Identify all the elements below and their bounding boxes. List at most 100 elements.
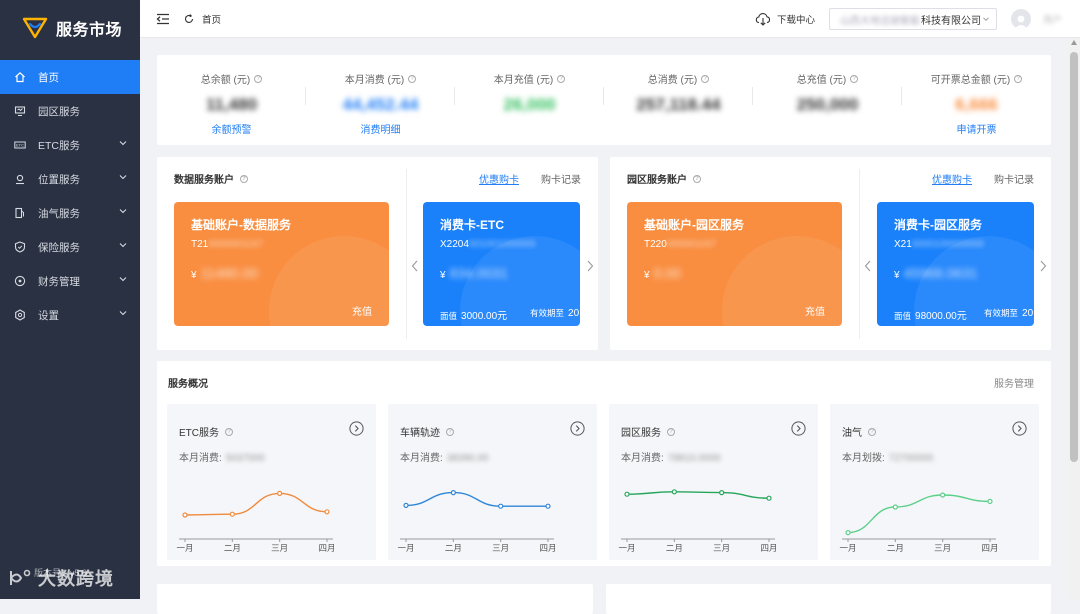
stat-value: 6,666: [955, 95, 998, 114]
recharge-button[interactable]: 充值: [805, 303, 825, 318]
sidebar-item-home[interactable]: 首页: [0, 60, 140, 94]
data-point[interactable]: [671, 489, 677, 495]
data-point[interactable]: [450, 489, 456, 496]
help-icon[interactable]: ?: [225, 427, 233, 436]
sidebar-item-finance[interactable]: 财务管理: [0, 264, 140, 298]
sidebar-menu: 首页 园区服务 ETC ETC服务 位置服务 油气服务 保险服务 财务管理 设置: [0, 60, 140, 332]
card-balance: ¥45968.0631: [894, 265, 978, 281]
help-icon[interactable]: ?: [408, 74, 417, 83]
service-overview-panel: 服务概况 服务管理 ETC服务? 本月消费: 5037000 一月 二月 三月 四月 车辆轨迹…: [157, 361, 1051, 566]
stat-label: 总消费 (元)?: [604, 71, 753, 86]
purchase-record-link[interactable]: 购卡记录: [541, 171, 581, 186]
stat-item: 本月消费 (元)? 44,452.44 消费明细: [306, 55, 455, 145]
user-icon: [1014, 15, 1028, 29]
scrollbar-thumb[interactable]: [1070, 52, 1078, 462]
help-icon[interactable]: ?: [701, 74, 710, 83]
service-line-chart: 一月 二月 三月 四月: [397, 489, 557, 553]
chevron-right-icon[interactable]: [586, 260, 594, 272]
sidebar-item-fuel[interactable]: 油气服务: [0, 196, 140, 230]
scroll-up-arrow[interactable]: [1071, 40, 1077, 45]
stat-label: 总充值 (元)?: [753, 71, 902, 86]
divider: [406, 169, 407, 339]
sidebar-item-settings[interactable]: 设置: [0, 298, 140, 332]
app-logo[interactable]: 服务市场: [0, 0, 140, 56]
chevron-left-icon[interactable]: [864, 260, 872, 272]
etc-icon: ETC: [14, 139, 26, 151]
avatar[interactable]: [1010, 9, 1031, 29]
discount-buy-link[interactable]: 优惠购卡: [479, 171, 519, 186]
help-icon[interactable]: ?: [240, 174, 248, 183]
service-card[interactable]: 车辆轨迹? 本月消费: 38390.00 一月 二月 三月 四月: [388, 404, 597, 560]
chevron-right-icon[interactable]: [1039, 260, 1047, 272]
recharge-button[interactable]: 充值: [352, 303, 372, 318]
consume-card-park[interactable]: 消费卡-园区服务 X210000100000000 ¥45968.0631 面值…: [877, 202, 1034, 326]
top-bar: 首页 下载中心 山西大地迅驰智能 科技有限公司 用户: [140, 0, 1080, 38]
data-point[interactable]: [987, 498, 993, 505]
x-tick-label: 一月: [839, 543, 856, 553]
data-point[interactable]: [545, 503, 551, 509]
sidebar-item-etc[interactable]: ETC ETC服务: [0, 128, 140, 162]
stat-link[interactable]: 申请开票: [902, 121, 1051, 136]
purchase-record-link[interactable]: 购卡记录: [994, 171, 1034, 186]
company-select[interactable]: 山西大地迅驰智能 科技有限公司: [828, 8, 997, 30]
data-point[interactable]: [845, 529, 851, 536]
data-point[interactable]: [182, 512, 188, 518]
arrow-right-circle-icon[interactable]: [1012, 421, 1027, 436]
data-point[interactable]: [892, 504, 898, 510]
service-card[interactable]: 油气? 本月划拨: 72700000 一月 二月 三月 四月: [830, 404, 1039, 560]
arrow-right-circle-icon[interactable]: [791, 421, 806, 436]
stat-value: 11,480: [205, 95, 258, 114]
chevron-left-icon[interactable]: [411, 260, 419, 272]
data-point[interactable]: [229, 511, 235, 517]
service-overview-title: 服务概况: [168, 379, 208, 390]
sidebar-item-location[interactable]: 位置服务: [0, 162, 140, 196]
download-center-button[interactable]: 下载中心: [755, 12, 815, 26]
data-point[interactable]: [940, 492, 946, 498]
sidebar-item-insurance[interactable]: 保险服务: [0, 230, 140, 264]
data-point[interactable]: [719, 489, 725, 496]
help-icon[interactable]: ?: [850, 74, 859, 83]
x-tick-label: 四月: [539, 543, 556, 553]
help-icon[interactable]: ?: [446, 427, 454, 436]
refresh-icon[interactable]: [184, 13, 194, 24]
breadcrumb[interactable]: 首页: [202, 12, 221, 26]
data-point[interactable]: [277, 490, 283, 497]
arrow-right-circle-icon[interactable]: [349, 421, 364, 436]
service-card[interactable]: ETC服务? 本月消费: 5037000 一月 二月 三月 四月: [167, 404, 376, 560]
stat-link[interactable]: 消费明细: [306, 121, 455, 136]
service-card[interactable]: 园区服务? 本月消费: 78810.0000 一月 二月 三月 四月: [609, 404, 818, 560]
help-icon[interactable]: ?: [693, 174, 701, 183]
service-line-chart: 一月 二月 三月 四月: [176, 490, 336, 553]
user-name[interactable]: 用户: [1043, 12, 1062, 26]
stat-link[interactable]: 余额预警: [157, 121, 306, 136]
data-point[interactable]: [766, 495, 772, 501]
base-account-card[interactable]: 基础账户-数据服务 T210000001167 ¥11480.00 充值: [174, 202, 389, 326]
arrow-right-circle-icon[interactable]: [570, 421, 585, 436]
data-point[interactable]: [403, 502, 409, 509]
service-manage-link[interactable]: 服务管理: [994, 375, 1034, 390]
help-icon[interactable]: ?: [1014, 74, 1023, 83]
series-line: [405, 491, 548, 507]
data-point[interactable]: [324, 509, 330, 515]
help-icon[interactable]: ?: [254, 74, 263, 83]
base-account-card[interactable]: 基础账户-园区服务 T220000001167 ¥0.00 充值: [627, 202, 842, 326]
data-point[interactable]: [498, 503, 504, 509]
sidebar: 服务市场 首页 园区服务 ETC ETC服务 位置服务 油气服务 保险服务 财务…: [0, 0, 140, 599]
help-icon[interactable]: ?: [667, 427, 675, 436]
sidebar-item-label: 油气服务: [38, 207, 80, 220]
scrollbar[interactable]: [1068, 38, 1080, 599]
sidebar-item-label: 园区服务: [38, 105, 80, 118]
consume-card-etc[interactable]: 消费卡-ETC X2204001001000000 ¥834.0031 面值 30…: [423, 202, 580, 326]
chevron-down-icon: [983, 17, 989, 22]
sidebar-item-label: 首页: [38, 71, 59, 84]
data-point[interactable]: [624, 491, 630, 497]
stat-label: 总余额 (元)?: [157, 71, 306, 86]
main-content: 总余额 (元)? 11,480 余额预警 本月消费 (元)? 44,452.44 消费明细…: [140, 38, 1068, 614]
discount-buy-link[interactable]: 优惠购卡: [932, 171, 972, 186]
help-icon[interactable]: ?: [868, 427, 876, 436]
service-card-title: 车辆轨迹?: [400, 424, 454, 439]
card-expiry: 有效期至 20: [530, 308, 580, 319]
sidebar-item-park[interactable]: 园区服务: [0, 94, 140, 128]
menu-collapse-icon[interactable]: [156, 13, 170, 25]
help-icon[interactable]: ?: [557, 74, 566, 83]
